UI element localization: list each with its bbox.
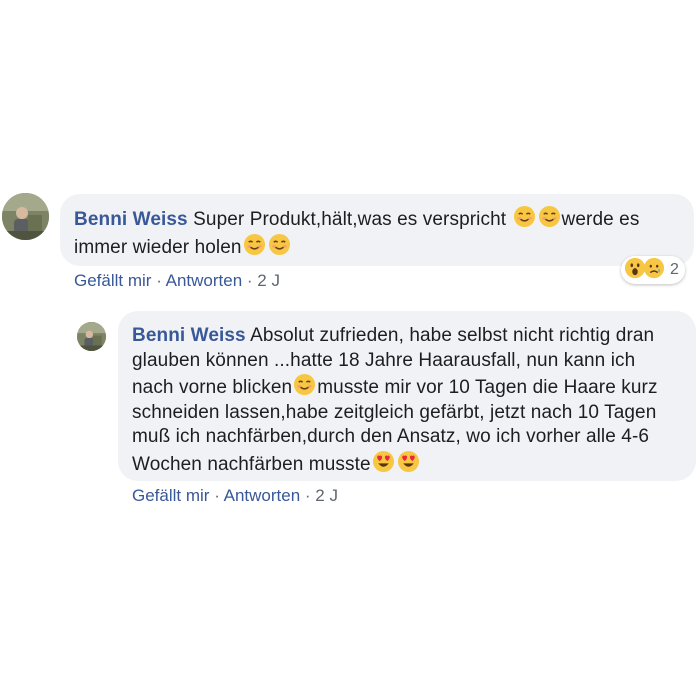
reply-link[interactable]: Antworten [166, 271, 243, 290]
sad-reaction-icon [643, 257, 665, 284]
comment-bubble: Benni Weiss Super Produkt,hält,was es ve… [60, 194, 694, 266]
timestamp[interactable]: 2 J [257, 271, 280, 290]
reaction-count: 2 [670, 261, 679, 278]
separator: · [151, 271, 166, 290]
smiling-face-emoji [513, 205, 536, 228]
avatar[interactable] [77, 322, 106, 351]
separator: · [209, 486, 224, 505]
comment-bubble: Benni Weiss Absolut zufrieden, habe selb… [118, 311, 696, 481]
avatar[interactable] [2, 193, 49, 240]
heart-eyes-emoji [397, 450, 420, 473]
heart-eyes-emoji [372, 450, 395, 473]
smiling-face-emoji [268, 233, 291, 256]
reactions-summary[interactable]: 2 [621, 256, 685, 284]
smiling-face-emoji [538, 205, 561, 228]
timestamp[interactable]: 2 J [315, 486, 338, 505]
separator: · [242, 271, 258, 290]
comment-actions: Gefällt mir · Antworten · 2 J [74, 271, 280, 291]
like-link[interactable]: Gefällt mir [132, 486, 209, 505]
reply-link[interactable]: Antworten [224, 486, 301, 505]
comment-text: Super Produkt,hält,was es verspricht [193, 209, 512, 230]
smiling-face-emoji [293, 373, 316, 396]
comment-author[interactable]: Benni Weiss [74, 209, 188, 230]
like-link[interactable]: Gefällt mir [74, 271, 151, 290]
smiling-face-emoji [243, 233, 266, 256]
comment-author[interactable]: Benni Weiss [132, 325, 246, 346]
separator: · [300, 486, 316, 505]
comment-actions: Gefällt mir · Antworten · 2 J [132, 486, 338, 506]
